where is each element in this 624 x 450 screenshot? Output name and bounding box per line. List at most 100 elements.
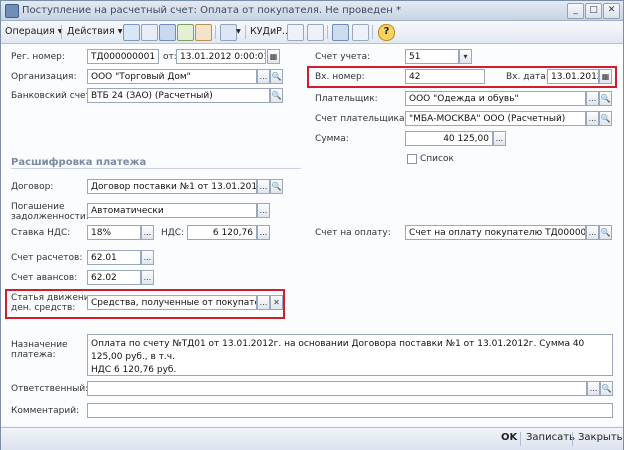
account-field[interactable]: 51 bbox=[405, 49, 459, 64]
toolbar-separator bbox=[215, 25, 216, 39]
search-icon[interactable]: 🔍 bbox=[270, 69, 283, 84]
purpose-line1: Оплата по счету №ТД01 от 13.01.2012г. на… bbox=[91, 339, 585, 362]
title-bar: Поступление на расчетный счет: Оплата от… bbox=[1, 1, 623, 21]
from-date-field[interactable]: 13.01.2012 0:00:01 bbox=[176, 49, 266, 64]
settle-field[interactable]: 62.01 bbox=[87, 250, 141, 265]
bottom-separator bbox=[520, 432, 521, 446]
in-number-field[interactable]: 42 bbox=[405, 69, 485, 84]
in-date-label: Вх. дата: bbox=[506, 72, 549, 82]
select-invoice-button[interactable]: ... bbox=[586, 225, 599, 240]
actions-menu[interactable]: Действия ▾ bbox=[67, 24, 123, 40]
advance-label: Счет авансов: bbox=[11, 273, 78, 283]
search-icon[interactable]: 🔍 bbox=[600, 381, 613, 396]
search-icon[interactable]: 🔍 bbox=[599, 225, 612, 240]
in-date-field[interactable]: 13.01.2012 bbox=[547, 69, 599, 84]
chevron-down-icon[interactable]: ▾ bbox=[236, 24, 241, 40]
window-title: Поступление на расчетный счет: Оплата от… bbox=[22, 5, 401, 16]
structure-icon[interactable] bbox=[332, 24, 349, 41]
debt-field[interactable]: Автоматически bbox=[87, 203, 257, 218]
payer-account-field[interactable]: "МБА-МОСКВА" ООО (Расчетный) bbox=[405, 111, 586, 126]
purpose-field[interactable]: Оплата по счету №ТД01 от 13.01.2012г. на… bbox=[87, 334, 613, 376]
vat-rate-field[interactable]: 18% bbox=[87, 225, 141, 240]
account-label: Счет учета: bbox=[315, 52, 371, 62]
save-button[interactable]: Записать bbox=[526, 432, 575, 443]
bottom-bar: OK Записать Закрыть bbox=[1, 427, 623, 450]
close-window-button[interactable]: ✕ bbox=[603, 3, 620, 19]
calculator-button[interactable]: ... bbox=[257, 225, 270, 240]
org-field[interactable]: ООО "Торговый Дом" bbox=[87, 69, 257, 84]
bank-field[interactable]: ВТБ 24 (ЗАО) (Расчетный) bbox=[87, 88, 270, 103]
list-label: Список bbox=[420, 154, 454, 164]
select-settle-button[interactable]: ... bbox=[141, 250, 154, 265]
help-icon[interactable]: ? bbox=[378, 24, 395, 41]
payer-account-label: Счет плательщика: bbox=[315, 114, 408, 124]
debt-label-line2: задолженности: bbox=[11, 212, 89, 222]
chevron-down-icon: ▾ bbox=[117, 26, 123, 37]
search-icon[interactable]: 🔍 bbox=[599, 91, 612, 106]
dt-kt-icon[interactable] bbox=[287, 24, 304, 41]
calendar-icon[interactable]: ▦ bbox=[599, 69, 612, 84]
vat-field[interactable]: 6 120,76 bbox=[187, 225, 257, 240]
bank-label: Банковский счет: bbox=[11, 91, 94, 101]
toolbar: Операция ▾ Действия ▾ ▾ КУДиР... ? bbox=[1, 21, 623, 44]
vat-label: НДС: bbox=[161, 228, 185, 238]
responsible-label: Ответственный: bbox=[11, 384, 89, 394]
sum-label: Сумма: bbox=[315, 134, 349, 144]
copy-icon[interactable] bbox=[141, 24, 158, 41]
section-divider bbox=[11, 168, 301, 169]
responsible-field[interactable] bbox=[87, 381, 587, 396]
select-responsible-button[interactable]: ... bbox=[587, 381, 600, 396]
add-icon[interactable] bbox=[123, 24, 140, 41]
close-button[interactable]: Закрыть bbox=[578, 432, 623, 443]
report-icon[interactable] bbox=[307, 24, 324, 41]
actions-label: Действия bbox=[67, 26, 115, 37]
ok-button[interactable]: OK bbox=[501, 432, 517, 443]
select-debt-button[interactable]: ... bbox=[257, 203, 270, 218]
select-org-button[interactable]: ... bbox=[257, 69, 270, 84]
debt-label: Погашение задолженности: bbox=[11, 202, 89, 222]
list-checkbox[interactable] bbox=[407, 154, 417, 164]
cashflow-label-line1: Статья движения bbox=[11, 293, 96, 303]
chevron-down-icon[interactable]: ▾ bbox=[459, 49, 472, 64]
vat-rate-label: Ставка НДС: bbox=[11, 228, 71, 238]
cashflow-field[interactable]: Средства, полученные от покупателей bbox=[87, 295, 257, 310]
toolbar-separator bbox=[327, 25, 328, 39]
save-icon[interactable] bbox=[159, 24, 176, 41]
contract-field[interactable]: Договор поставки №1 от 13.01.2012 bbox=[87, 179, 257, 194]
reg-number-label: Рег. номер: bbox=[11, 52, 65, 62]
org-label: Организация: bbox=[11, 72, 77, 82]
search-icon[interactable]: 🔍 bbox=[599, 111, 612, 126]
payer-field[interactable]: ООО "Одежда и обувь" bbox=[405, 91, 586, 106]
comment-field[interactable] bbox=[87, 403, 613, 418]
document-icon bbox=[5, 4, 19, 18]
post-icon[interactable] bbox=[177, 24, 194, 41]
toolbar-separator bbox=[372, 25, 373, 39]
maximize-button[interactable]: □ bbox=[585, 3, 602, 19]
invoice-field[interactable]: Счет на оплату покупателю ТД000000001 bbox=[405, 225, 586, 240]
select-payer-account-button[interactable]: ... bbox=[586, 111, 599, 126]
based-on-icon[interactable] bbox=[220, 24, 237, 41]
settle-label: Счет расчетов: bbox=[11, 253, 83, 263]
advance-field[interactable]: 62.02 bbox=[87, 270, 141, 285]
reg-number-field[interactable]: ТД000000001 bbox=[87, 49, 159, 64]
select-payer-button[interactable]: ... bbox=[586, 91, 599, 106]
sum-field[interactable]: 40 125,00 bbox=[405, 131, 493, 146]
section-title: Расшифровка платежа bbox=[11, 157, 147, 168]
select-cashflow-button[interactable]: ... bbox=[257, 295, 270, 310]
search-icon[interactable]: 🔍 bbox=[270, 88, 283, 103]
list-view-icon[interactable] bbox=[352, 24, 369, 41]
select-advance-button[interactable]: ... bbox=[141, 270, 154, 285]
unpost-icon[interactable] bbox=[195, 24, 212, 41]
select-contract-button[interactable]: ... bbox=[257, 179, 270, 194]
calendar-icon[interactable]: ▦ bbox=[267, 49, 280, 64]
kudir-button[interactable]: КУДиР... bbox=[250, 24, 291, 40]
minimize-button[interactable]: _ bbox=[567, 3, 584, 19]
search-icon[interactable]: 🔍 bbox=[270, 179, 283, 194]
clear-icon[interactable]: ✕ bbox=[270, 295, 283, 310]
in-number-label: Вх. номер: bbox=[315, 72, 365, 82]
purpose-line2: НДС 6 120,76 руб. bbox=[91, 365, 177, 375]
document-window: Поступление на расчетный счет: Оплата от… bbox=[0, 0, 624, 450]
select-vat-rate-button[interactable]: ... bbox=[141, 225, 154, 240]
operation-menu[interactable]: Операция ▾ bbox=[5, 24, 63, 40]
calculator-button[interactable]: ... bbox=[493, 131, 506, 146]
